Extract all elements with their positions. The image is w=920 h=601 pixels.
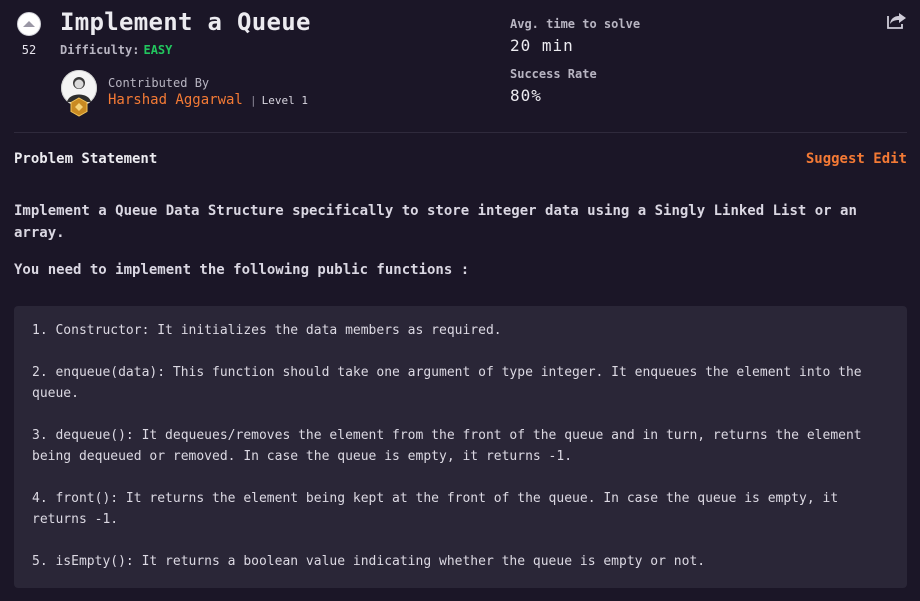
- level-text: Level 1: [261, 94, 308, 107]
- level-badge-icon: [69, 97, 89, 121]
- header-divider: [14, 132, 907, 133]
- difficulty-label: Difficulty:: [60, 43, 140, 57]
- share-icon[interactable]: [886, 10, 908, 34]
- upvote-chevron-icon: [23, 21, 35, 27]
- level-separator: |: [250, 94, 257, 107]
- problem-statement-heading: Problem Statement: [14, 151, 158, 167]
- statement-intro: Implement a Queue Data Structure specifi…: [14, 203, 857, 241]
- functions-box: 1. Constructor: It initializes the data …: [14, 306, 907, 588]
- upvote-button[interactable]: [17, 12, 41, 36]
- avg-time-label: Avg. time to solve: [510, 17, 641, 31]
- page-title: Implement a Queue: [60, 8, 311, 36]
- vote-widget: 52: [16, 12, 42, 57]
- function-item: 4. front(): It returns the element being…: [32, 491, 839, 527]
- upvote-count: 52: [21, 43, 37, 57]
- functions-intro: You need to implement the following publ…: [14, 262, 470, 278]
- success-rate-label: Success Rate: [510, 67, 597, 81]
- function-item: 2. enqueue(data): This function should t…: [32, 365, 862, 401]
- contributor-level: | Level 1: [250, 94, 308, 107]
- avg-time-value: 20 min: [510, 36, 574, 55]
- contributed-by-label: Contributed By: [108, 76, 210, 90]
- success-rate-value: 80%: [510, 86, 542, 105]
- function-item: 1. Constructor: It initializes the data …: [32, 323, 502, 338]
- suggest-edit-link[interactable]: Suggest Edit: [806, 151, 907, 167]
- contributor-name-link[interactable]: Harshad Aggarwal: [108, 92, 243, 108]
- difficulty: Difficulty: EASY: [60, 43, 172, 57]
- function-item: 3. dequeue(): It dequeues/removes the el…: [32, 428, 862, 464]
- function-item: 5. isEmpty(): It returns a boolean value…: [32, 554, 706, 569]
- problem-page: 52 Implement a Queue Difficulty: EASY Con…: [0, 0, 920, 601]
- difficulty-value: EASY: [143, 43, 173, 57]
